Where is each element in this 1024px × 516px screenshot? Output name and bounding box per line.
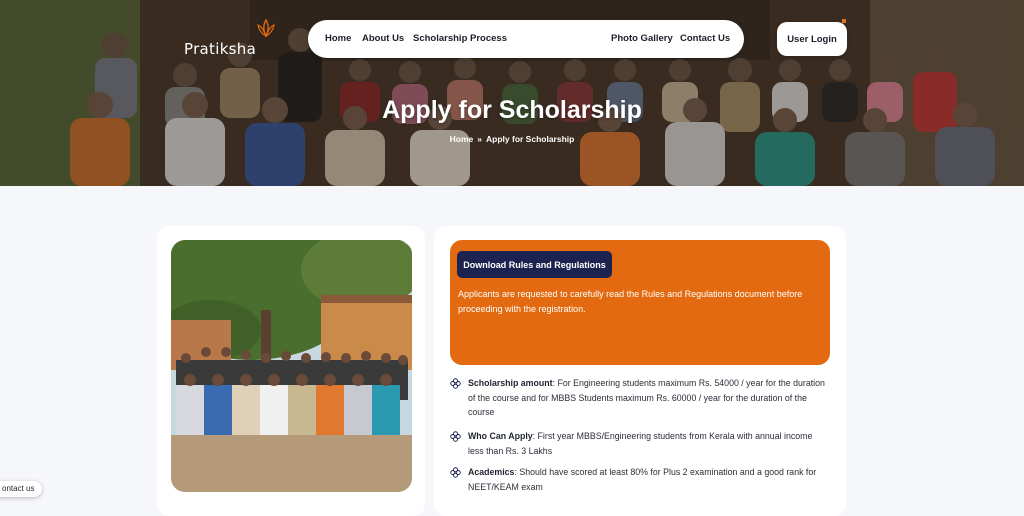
scholars-photo-image	[171, 240, 412, 492]
login-indicator	[842, 19, 846, 23]
lotus-logo-icon	[257, 18, 275, 38]
scholars-photo	[171, 240, 412, 492]
apply-notice-text: Applicants are requested to carefully re…	[458, 289, 803, 314]
nav-home[interactable]: Home	[325, 33, 351, 44]
flower-bullet-icon	[450, 467, 461, 478]
feature-title: Who Can Apply	[468, 431, 533, 441]
nav-contact-us[interactable]: Contact Us	[680, 33, 730, 44]
breadcrumb-separator: »	[477, 134, 483, 144]
feature-title: Scholarship amount	[468, 378, 553, 388]
feature-description: : Should have scored at least 80% for Pl…	[468, 467, 817, 492]
breadcrumb-home[interactable]: Home	[450, 134, 474, 144]
contact-us-widget[interactable]: ontact us	[0, 481, 43, 497]
feature-title: Academics	[468, 467, 515, 477]
flower-bullet-icon	[450, 431, 461, 442]
feature-text: Scholarship amount: For Engineering stud…	[468, 376, 830, 420]
main-nav: Home About Us Scholarship Process Photo …	[308, 20, 744, 58]
feature-text: Who Can Apply: First year MBBS/Engineeri…	[468, 429, 830, 458]
brand-name: Pratiksha	[184, 40, 257, 58]
page-title: Apply for Scholarship	[382, 96, 642, 124]
nav-scholarship-process[interactable]: Scholarship Process	[413, 33, 507, 44]
breadcrumb: Home» Apply for Scholarship	[0, 134, 1024, 144]
breadcrumb-current: Apply for Scholarship	[486, 134, 575, 144]
brand-logo[interactable]: Pratiksha	[184, 18, 275, 58]
feature-text: Academics: Should have scored at least 8…	[468, 465, 830, 494]
user-login-button[interactable]: User Login	[777, 22, 847, 56]
nav-photo-gallery[interactable]: Photo Gallery	[611, 33, 673, 44]
nav-about-us[interactable]: About Us	[362, 33, 404, 44]
flower-bullet-icon	[450, 378, 461, 389]
download-rules-button[interactable]: Download Rules and Regulations	[457, 251, 612, 278]
